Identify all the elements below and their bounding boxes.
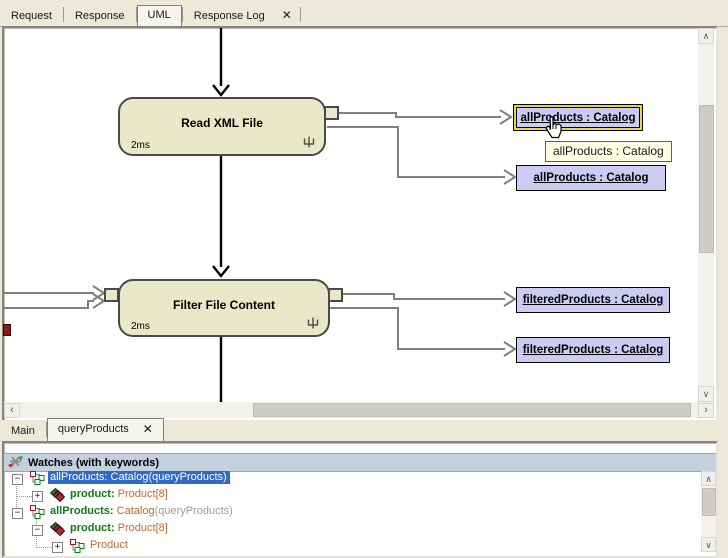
watches-icon	[8, 454, 23, 472]
tree-row-label[interactable]: product: Product[8]	[68, 522, 171, 535]
collapse-icon[interactable]: −	[12, 508, 23, 519]
object-node-allproducts[interactable]: allProducts : Catalog	[516, 165, 666, 191]
activity-name: Read XML File	[120, 116, 324, 130]
class-icon	[70, 539, 85, 556]
close-tab-icon[interactable]: ✕	[143, 422, 153, 436]
clipped-element-mark	[3, 324, 11, 336]
close-tab-icon[interactable]: ✕	[276, 6, 300, 26]
expand-icon[interactable]: +	[32, 491, 43, 502]
object-node-filteredproducts[interactable]: filteredProducts : Catalog	[516, 287, 670, 313]
expand-icon[interactable]: +	[52, 542, 63, 553]
tree-row: + product: Product[8]	[4, 487, 694, 504]
input-port[interactable]	[104, 288, 119, 302]
tab-separator	[300, 7, 301, 22]
scrollbar-thumb[interactable]	[699, 105, 714, 253]
uml-diagram-canvas[interactable]	[2, 26, 718, 424]
bottom-tab-bar: Main queryProducts ✕	[0, 420, 728, 441]
activity-read-xml-file[interactable]: Read XML File 2ms	[118, 97, 326, 156]
object-node-filteredproducts[interactable]: filteredProducts : Catalog	[516, 337, 670, 363]
output-port[interactable]	[324, 106, 339, 120]
tab-response-log[interactable]: Response Log	[183, 7, 276, 26]
tab-response[interactable]: Response	[64, 7, 136, 26]
scroll-up-icon[interactable]: ∧	[698, 28, 714, 44]
object-node-allproducts-selected[interactable]: allProducts : Catalog	[514, 105, 642, 130]
hand-cursor-icon	[543, 116, 562, 143]
tree-row-label[interactable]: Product	[88, 539, 131, 552]
object-node-label: allProducts : Catalog	[520, 112, 635, 124]
tree-row-label[interactable]: allProducts: Catalog(queryProducts)	[48, 505, 236, 518]
tab-main[interactable]: Main	[0, 422, 46, 441]
tree-row-label[interactable]: allProducts: Catalog(queryProducts)	[48, 471, 230, 484]
class-icon	[30, 471, 45, 488]
class-icon	[30, 505, 45, 522]
product-icon	[50, 522, 65, 539]
output-port[interactable]	[328, 288, 343, 302]
top-tab-bar: Request Response UML Response Log ✕	[0, 0, 728, 27]
object-node-label: filteredProducts : Catalog	[523, 294, 664, 306]
collapse-icon[interactable]: −	[32, 525, 43, 536]
object-node-label: allProducts : Catalog	[533, 172, 648, 184]
tree-row: − allProducts: Catalog(queryProducts)	[4, 504, 694, 521]
scrollbar-thumb[interactable]	[702, 488, 716, 516]
tab-label: queryProducts	[58, 423, 129, 435]
watches-title: Watches (with keywords)	[28, 457, 159, 469]
scroll-up-icon[interactable]: ∧	[701, 471, 716, 486]
watches-vertical-scrollbar[interactable]: ∧ ∨	[701, 471, 716, 552]
fork-icon	[302, 135, 316, 151]
diagram-horizontal-scrollbar[interactable]: ‹ ›	[4, 402, 714, 418]
scrollbar-thumb[interactable]	[253, 403, 691, 417]
scroll-left-icon[interactable]: ‹	[4, 403, 20, 418]
scroll-down-icon[interactable]: ∨	[701, 537, 716, 552]
scroll-right-icon[interactable]: ›	[698, 403, 714, 418]
activity-duration: 2ms	[131, 321, 150, 332]
tree-row: − product: Product[8]	[4, 521, 694, 538]
activity-name: Filter File Content	[120, 298, 328, 312]
fork-icon	[306, 316, 320, 332]
tree-row-label[interactable]: product: Product[8]	[68, 488, 171, 501]
object-node-label: filteredProducts : Catalog	[523, 344, 664, 356]
tab-uml[interactable]: UML	[137, 5, 182, 26]
tooltip: allProducts : Catalog	[545, 141, 672, 162]
activity-filter-file-content[interactable]: Filter File Content 2ms	[118, 279, 330, 337]
product-icon	[50, 488, 65, 505]
activity-duration: 2ms	[131, 140, 150, 151]
tab-queryproducts[interactable]: queryProducts ✕	[47, 418, 164, 441]
app-window: Request Response UML Response Log ✕ Read…	[0, 0, 728, 558]
diagram-vertical-scrollbar[interactable]: ∧ ∨	[698, 28, 714, 402]
tree-row: + Product	[4, 538, 694, 555]
tab-request[interactable]: Request	[0, 7, 63, 26]
watches-panel: Watches (with keywords) − allProducts: C…	[2, 441, 718, 558]
tree-row: − allProducts: Catalog(queryProducts)	[4, 470, 694, 487]
collapse-icon[interactable]: −	[12, 474, 23, 485]
scroll-down-icon[interactable]: ∨	[698, 386, 714, 402]
